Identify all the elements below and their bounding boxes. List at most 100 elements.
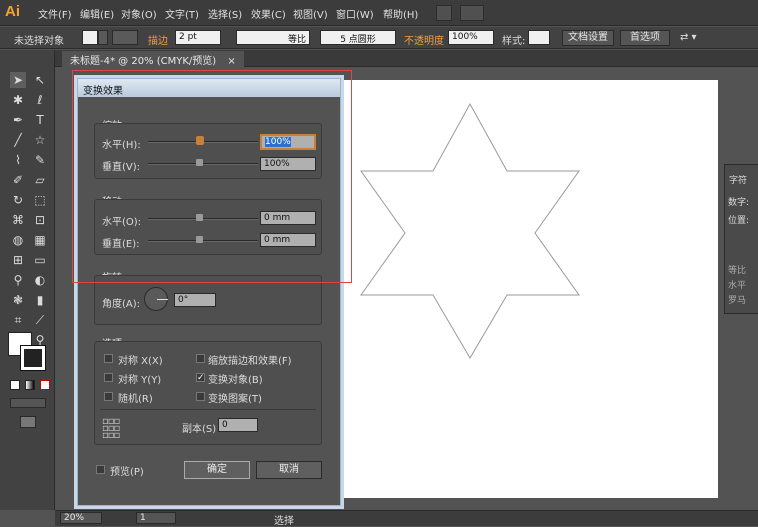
menu-object[interactable]: 对象(O) (121, 6, 157, 21)
selection-status: 未选择对象 (14, 36, 64, 47)
menu-view[interactable]: 视图(V) (293, 6, 328, 21)
warp-tool-icon[interactable]: ⌘ (10, 212, 26, 228)
ok-button[interactable]: 确定 (184, 461, 250, 479)
reference-point-icon[interactable]: ▫▫▫ ▫▫▫ ▫▫▫ (102, 417, 120, 441)
options-divider (100, 409, 316, 410)
type-tool-icon[interactable]: T (32, 112, 48, 128)
free-transform-tool-icon[interactable]: ⊡ (32, 212, 48, 228)
cancel-button[interactable]: 取消 (256, 461, 322, 479)
control-bar: 未选择对象 描边 2 pt 等比 5 点圆形 不透明度 100% 样式: 文档设… (0, 27, 758, 49)
paintbrush-tool-icon[interactable]: ⌇ (10, 152, 26, 168)
char-row-5: 罗马 (728, 296, 747, 306)
menu-edit[interactable]: 编辑(E) (80, 6, 114, 21)
rotate-tool-icon[interactable]: ↻ (10, 192, 26, 208)
gradient-mode-icon[interactable] (25, 380, 35, 390)
pen-tool-icon[interactable]: ✒ (10, 112, 26, 128)
character-panel-tab[interactable]: 字符 (729, 173, 747, 186)
style-label: 样式: (502, 36, 526, 47)
reflect-y-checkbox[interactable] (104, 373, 113, 382)
none-mode-icon[interactable] (40, 380, 50, 390)
menu-select[interactable]: 选择(S) (208, 6, 242, 21)
copies-input[interactable]: 0 (218, 418, 258, 432)
magic-wand-tool-icon[interactable]: ✱ (10, 92, 26, 108)
char-row-1: 数字: (728, 198, 750, 208)
fill-dropdown-icon[interactable] (98, 30, 108, 45)
scale-strokes-checkbox[interactable] (196, 354, 205, 363)
menu-file[interactable]: 文件(F) (38, 6, 72, 21)
preferences-button[interactable]: 首选项 (620, 30, 670, 46)
stroke-profile-select[interactable]: 等比 (236, 30, 310, 45)
document-tab-title: 未标题-4* @ 20% (CMYK/预览) (70, 56, 217, 67)
color-mode-icon[interactable] (10, 380, 20, 390)
star-tool-icon[interactable]: ☆ (32, 132, 48, 148)
star-path[interactable] (360, 102, 580, 359)
style-swatch[interactable] (528, 30, 550, 45)
menu-arrow-icon[interactable]: ⇄ ▾ (680, 32, 697, 43)
bridge-icon[interactable] (436, 5, 452, 21)
menu-effect[interactable]: 效果(C) (251, 6, 286, 21)
scale-strokes-label: 缩放描边和效果(F) (208, 356, 292, 367)
perspective-grid-tool-icon[interactable]: ▦ (32, 232, 48, 248)
drawing-mode-icon[interactable] (10, 398, 46, 408)
symbol-sprayer-tool-icon[interactable]: ❃ (10, 292, 26, 308)
random-label: 随机(R) (118, 394, 153, 405)
fill-swatch[interactable] (82, 30, 98, 45)
brush-select[interactable]: 5 点圆形 (320, 30, 396, 45)
menu-type[interactable]: 文字(T) (165, 6, 199, 21)
preview-checkbox[interactable] (96, 465, 105, 474)
zoom-field[interactable]: 20% (60, 512, 102, 524)
column-graph-tool-icon[interactable]: ▮ (32, 292, 48, 308)
scale-tool-icon[interactable]: ⬚ (32, 192, 48, 208)
document-tab[interactable]: 未标题-4* @ 20% (CMYK/预览) × (62, 51, 244, 67)
angle-input[interactable]: 0° (174, 293, 216, 307)
arrange-documents-icon[interactable] (460, 5, 484, 21)
shape-builder-tool-icon[interactable]: ◍ (10, 232, 26, 248)
angle-label: 角度(A): (102, 299, 141, 310)
menu-window[interactable]: 窗口(W) (336, 6, 374, 21)
blob-brush-tool-icon[interactable]: ✐ (10, 172, 26, 188)
current-tool-status: 选择 (274, 516, 294, 527)
char-row-3: 等比 (728, 266, 747, 276)
gradient-tool-icon[interactable]: ▭ (32, 252, 48, 268)
stroke-color-icon[interactable] (21, 346, 45, 370)
menu-bar: Ai 文件(F) 编辑(E) 对象(O) 文字(T) 选择(S) 效果(C) 视… (0, 0, 758, 26)
stroke-weight-field[interactable]: 2 pt (175, 30, 221, 45)
direct-selection-tool-icon[interactable]: ↖ (32, 72, 48, 88)
reflect-y-label: 对称 Y(Y) (118, 375, 162, 386)
transform-patterns-checkbox[interactable] (196, 392, 205, 401)
slice-tool-icon[interactable]: ⟋ (32, 312, 48, 328)
star-shape[interactable] (342, 80, 718, 498)
document-setup-button[interactable]: 文档设置 (562, 30, 614, 46)
transform-objects-checkbox[interactable]: ✓ (196, 373, 205, 383)
menu-help[interactable]: 帮助(H) (383, 6, 418, 21)
opacity-label[interactable]: 不透明度 (404, 32, 444, 47)
reflect-x-label: 对称 X(X) (118, 356, 163, 367)
transform-objects-label: 变换对象(B) (208, 375, 263, 386)
random-checkbox[interactable] (104, 392, 113, 401)
artboard-tool-icon[interactable]: ⌗ (10, 312, 26, 328)
screen-mode-icon[interactable] (20, 416, 36, 428)
highlight-annotation (72, 70, 352, 283)
angle-dial[interactable] (144, 287, 168, 311)
line-tool-icon[interactable]: ╱ (10, 132, 26, 148)
opacity-field[interactable]: 100% (448, 30, 494, 45)
transform-patterns-label: 变换图案(T) (208, 394, 262, 405)
app-logo: Ai (5, 3, 20, 20)
reflect-x-checkbox[interactable] (104, 354, 113, 363)
mesh-tool-icon[interactable]: ⊞ (10, 252, 26, 268)
stroke-label[interactable]: 描边 (148, 32, 168, 47)
copies-label: 副本(S) (182, 424, 217, 435)
close-icon[interactable]: × (227, 56, 235, 67)
char-row-4: 水平 (728, 281, 747, 291)
page-field[interactable]: 1 (136, 512, 176, 524)
tools-panel: ➤ ↖ ✱ ℓ ✒ T ╱ ☆ ⌇ ✎ ✐ ▱ ↻ ⬚ ⌘ ⊡ ◍ ▦ ⊞ ▭ … (0, 50, 55, 510)
preview-label: 预览(P) (110, 467, 144, 478)
selection-tool-icon[interactable]: ➤ (10, 72, 26, 88)
lasso-tool-icon[interactable]: ℓ (32, 92, 48, 108)
stroke-swatch[interactable] (112, 30, 138, 45)
eyedropper-tool-icon[interactable]: ⚲ (10, 272, 26, 288)
eraser-tool-icon[interactable]: ▱ (32, 172, 48, 188)
pencil-tool-icon[interactable]: ✎ (32, 152, 48, 168)
blend-tool-icon[interactable]: ◐ (32, 272, 48, 288)
char-row-2: 位置: (728, 216, 750, 226)
